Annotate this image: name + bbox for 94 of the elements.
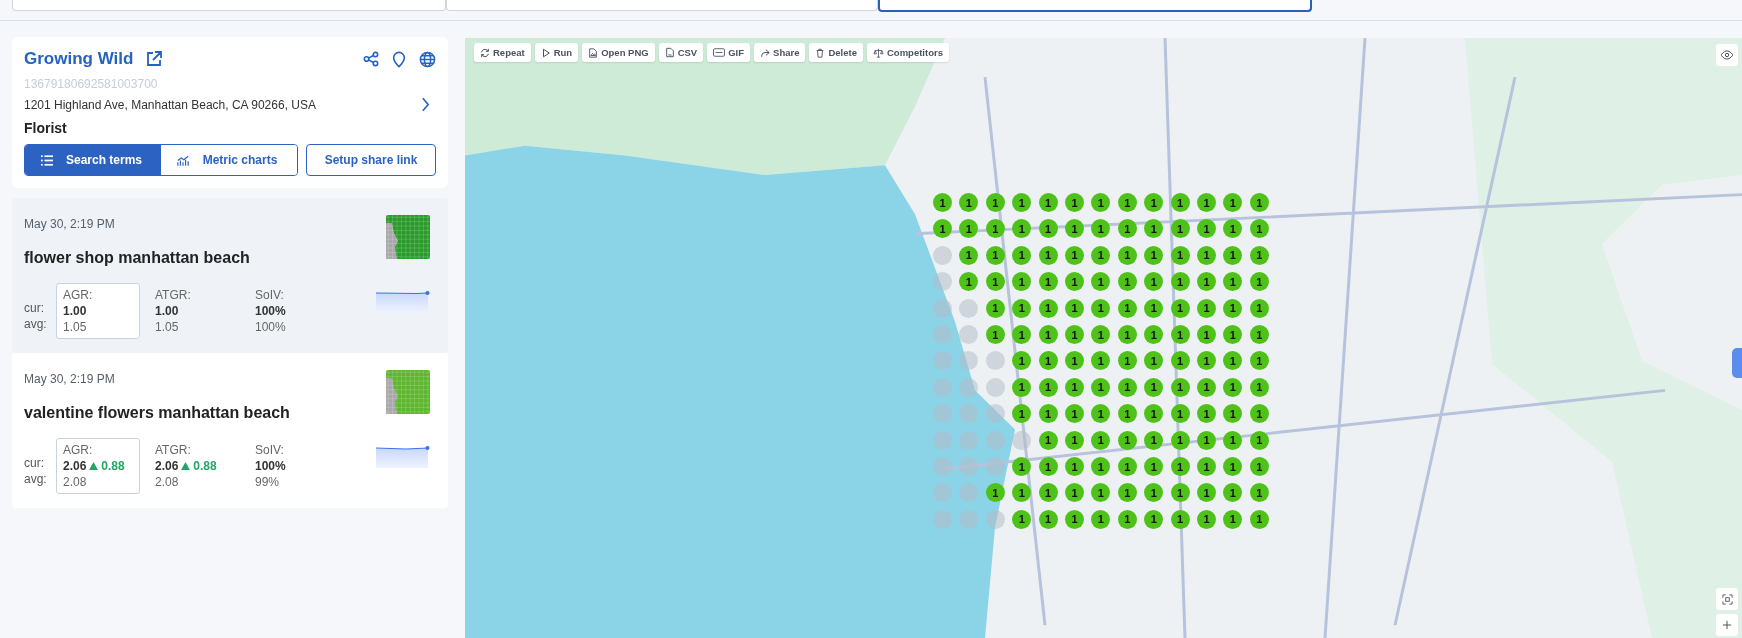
metric-label: ATGR: [155, 287, 192, 303]
current-label: cur: [24, 300, 45, 316]
location-pin-icon[interactable] [391, 50, 407, 68]
business-category: Florist [24, 120, 68, 136]
average-label: avg: [24, 316, 48, 332]
metric-label: ATGR: [155, 442, 192, 458]
toolbar-button[interactable]: Repeat [474, 43, 531, 62]
metric-current: 1.00 [155, 303, 179, 319]
panel-toggle-tab[interactable] [1732, 348, 1742, 378]
metric-current: 2.06 [63, 458, 87, 474]
empty-pin[interactable] [959, 298, 979, 318]
input-field[interactable] [878, 0, 1312, 12]
empty-pin[interactable] [933, 457, 952, 476]
metric-label: SoIV: [255, 287, 285, 303]
visibility-button[interactable] [1716, 44, 1738, 66]
current-label: cur: [24, 455, 45, 471]
forward-arrow-icon [760, 47, 771, 58]
eye-icon [1720, 50, 1734, 60]
metric-average: 99% [255, 474, 281, 490]
metric-average: 100% [255, 319, 287, 335]
play-icon [540, 47, 551, 58]
empty-pin[interactable] [959, 457, 979, 476]
metric-average: 1.05 [63, 319, 88, 335]
fit-view-icon [1721, 593, 1733, 605]
grid-thumbnail-drawing [386, 215, 430, 259]
trash-icon [815, 47, 826, 58]
file-icon [664, 47, 675, 58]
metric-average: 2.08 [155, 474, 180, 490]
view-tab[interactable]: Search terms [25, 145, 161, 175]
empty-pin[interactable] [959, 351, 979, 371]
metric-average: 1.05 [155, 319, 180, 335]
globe-icon[interactable] [419, 50, 436, 68]
empty-pin[interactable] [959, 325, 979, 344]
metric-current: 1.00 [63, 303, 87, 319]
scale-icon [873, 47, 884, 58]
repeat-icon [480, 47, 490, 58]
empty-pin[interactable] [959, 377, 979, 397]
search-term-title: flower shop manhattan beach [24, 249, 250, 267]
search-term-title: valentine flowers manhattan beach [24, 404, 290, 422]
metric-column[interactable]: ATGR: 2.06 0.88 2.08 [148, 438, 248, 494]
setup-share-link-button[interactable]: Setup share link [306, 144, 436, 176]
toolbar-button[interactable]: Share [754, 43, 806, 62]
chevron-right-icon[interactable] [421, 97, 430, 112]
metric-label: AGR: [63, 442, 94, 458]
toolbar-button[interactable]: Run [534, 43, 579, 62]
toolbar-button[interactable]: Open PNG [582, 43, 655, 62]
toolbar-button[interactable]: Competitors [867, 43, 949, 62]
grid-thumbnail-drawing [386, 370, 430, 414]
metric-label: AGR: [63, 287, 94, 303]
empty-pin[interactable] [985, 457, 1005, 476]
plus-icon [1722, 620, 1732, 630]
image-file-icon [588, 47, 599, 58]
metric-current: 100% [255, 458, 286, 474]
chart-icon [177, 154, 189, 166]
search-term-card[interactable]: May 30, 2:19 PM valentine flowers manhattan beach cur: avg: AGR: 2.06 0.88 2.08 ATGR: 2.06 0.88 2.08 SoIV: 100% 99% [12, 353, 448, 508]
average-label: avg: [24, 471, 48, 487]
empty-pin[interactable] [985, 404, 1005, 424]
toolbar-button[interactable]: GIF [707, 43, 751, 62]
metric-current: 100% [255, 303, 286, 319]
empty-pin[interactable] [985, 509, 1005, 529]
empty-pin[interactable] [985, 377, 1005, 397]
empty-pin[interactable] [933, 298, 952, 318]
business-name[interactable]: Growing Wild [24, 49, 134, 69]
toolbar-button[interactable]: CSV [658, 43, 704, 62]
list-icon [41, 154, 53, 166]
sparkline-drawing [376, 446, 430, 468]
metric-column[interactable]: SoIV: 100% 100% [248, 283, 348, 339]
metric-column[interactable]: ATGR: 1.00 1.05 [148, 283, 248, 339]
share-icon[interactable] [363, 51, 379, 67]
metric-average: 2.08 [63, 474, 88, 490]
metric-column[interactable]: AGR: 1.00 1.05 [56, 283, 140, 339]
zoom-in-button[interactable] [1716, 614, 1738, 636]
empty-pin[interactable] [933, 272, 952, 292]
fit-view-button[interactable] [1716, 588, 1738, 610]
business-id: 13679180692581003700 [24, 77, 159, 91]
sparkline-drawing [376, 291, 430, 313]
metric-current: 2.06 [155, 458, 179, 474]
metric-column[interactable]: AGR: 2.06 0.88 2.08 [56, 438, 140, 494]
toolbar-button[interactable]: Delete [809, 43, 863, 62]
gif-file-icon [713, 48, 726, 57]
metric-change: 0.88 [193, 458, 217, 474]
search-term-card[interactable]: May 30, 2:19 PM flower shop manhattan beach cur: avg: AGR: 1.00 1.05 ATGR: 1.00 1.05 SoIV: 100% 100% [12, 198, 448, 353]
run-date: May 30, 2:19 PM [24, 217, 116, 231]
external-link-icon[interactable] [145, 50, 164, 68]
up-triangle-icon [181, 462, 191, 470]
empty-pin[interactable] [933, 245, 952, 265]
business-address: 1201 Highland Ave, Manhattan Beach, CA 90266, USA [24, 97, 316, 112]
run-date: May 30, 2:19 PM [24, 372, 116, 386]
empty-pin[interactable] [985, 351, 1005, 371]
metric-label: SoIV: [255, 442, 285, 458]
up-triangle-icon [89, 462, 99, 470]
metric-column[interactable]: SoIV: 100% 99% [248, 438, 348, 494]
metric-change: 0.88 [101, 458, 125, 474]
empty-pin[interactable] [1012, 430, 1032, 450]
